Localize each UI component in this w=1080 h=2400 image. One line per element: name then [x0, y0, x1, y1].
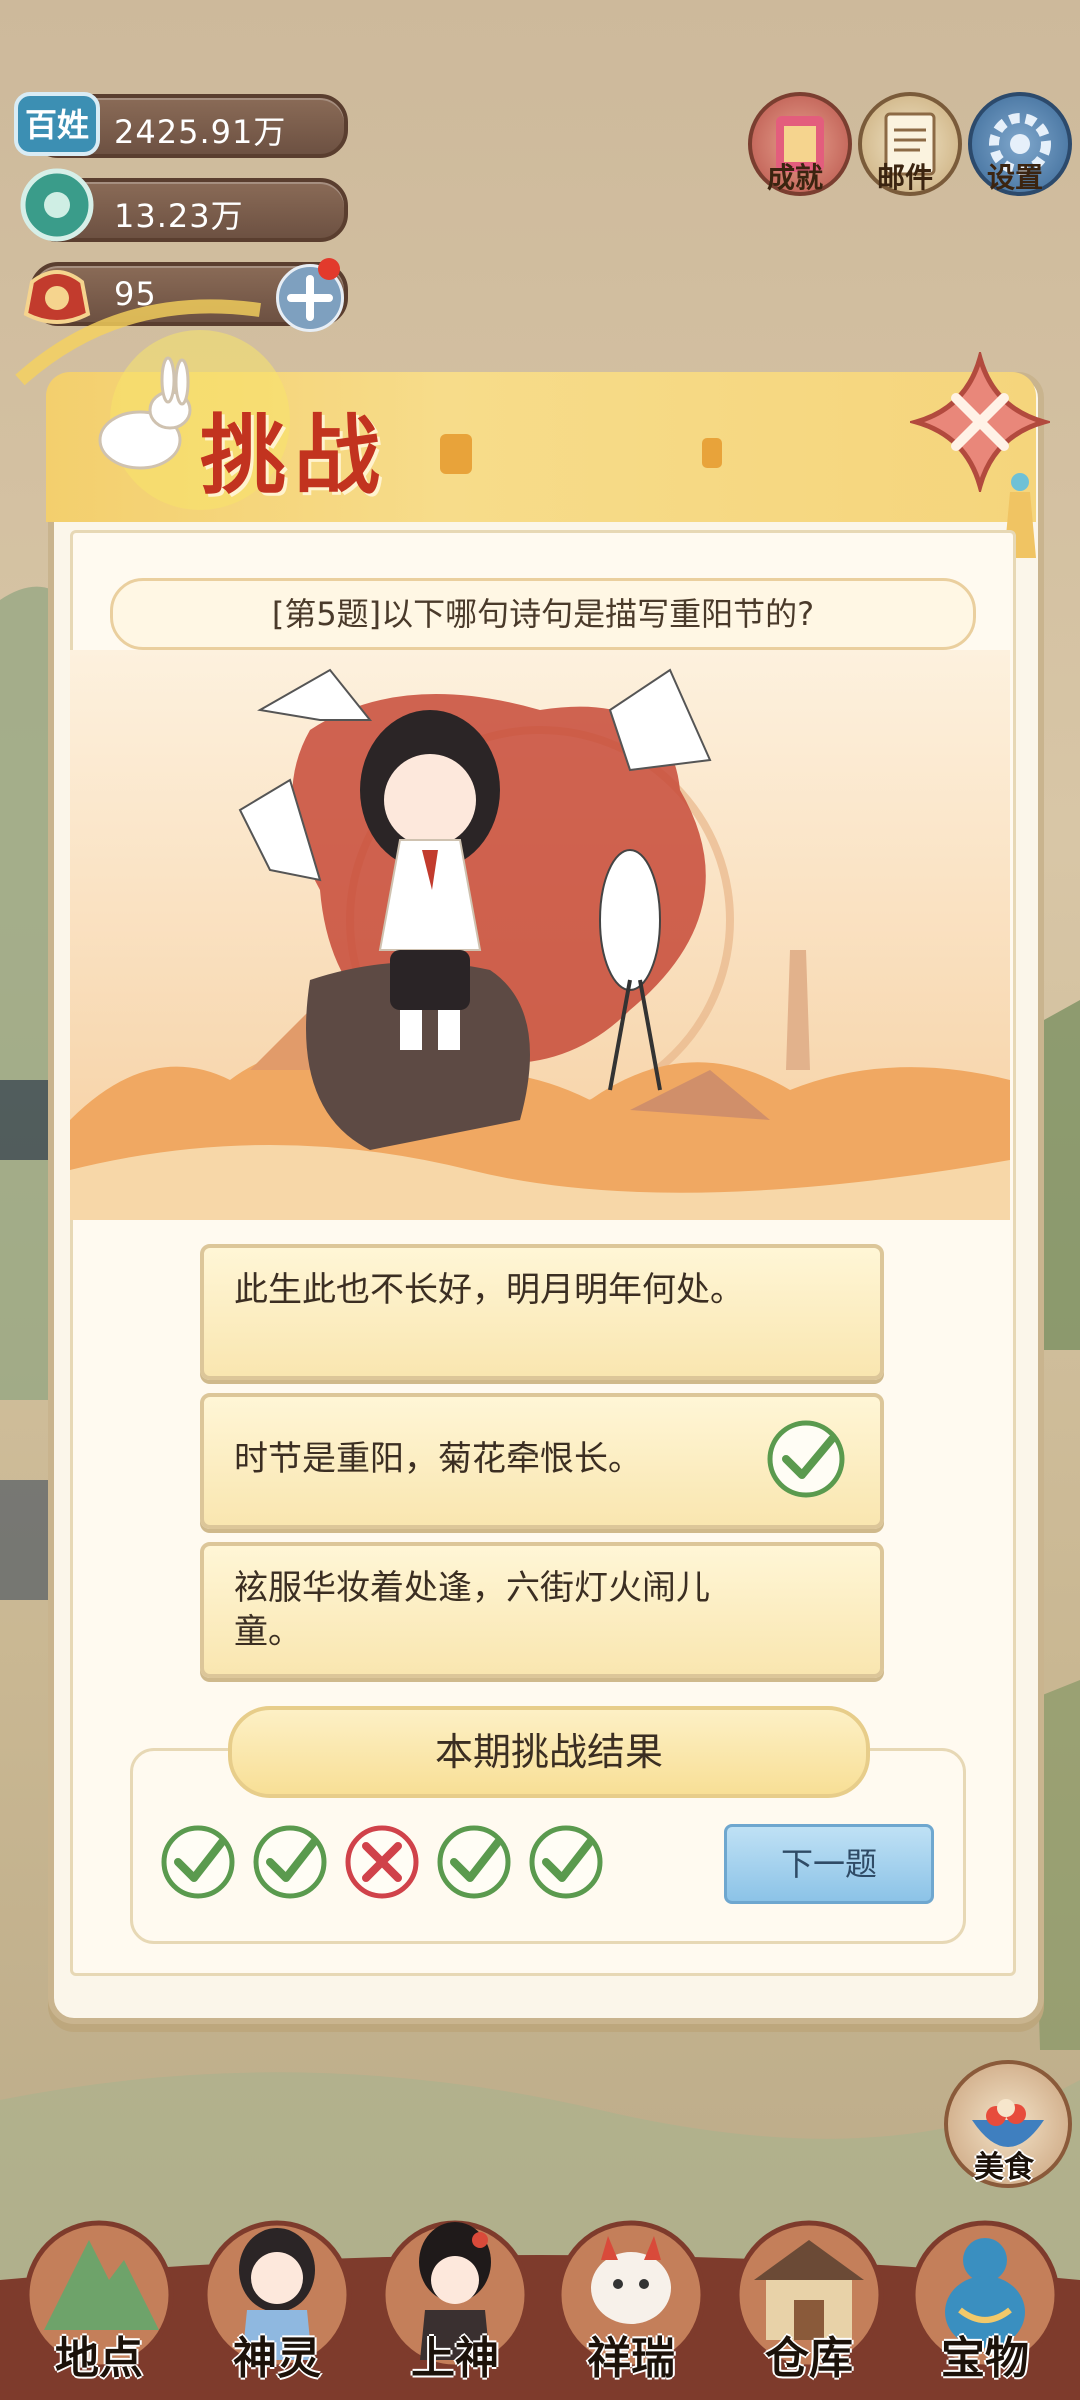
- correct-check-icon: [767, 1420, 845, 1498]
- svg-text:百姓: 百姓: [25, 106, 89, 144]
- nav-deities-label: 上神: [411, 2333, 499, 2384]
- result-wrong-icon: [345, 1825, 419, 1899]
- nav-auspicious-label: 祥瑞: [587, 2333, 675, 2384]
- lantern-decoration: [440, 434, 472, 474]
- nav-location-label: 地点: [55, 2333, 143, 2384]
- settings-label: 设置: [986, 161, 1043, 194]
- answer-option-text: 此生此也不长好，明月明年何处。: [234, 1270, 744, 1310]
- result-correct-icon: [529, 1825, 603, 1899]
- result-correct-icon: [253, 1825, 327, 1899]
- nav-treasure-label: 宝物: [941, 2333, 1029, 2384]
- jade-icon: [18, 166, 96, 244]
- achievement-label: 成就: [766, 161, 823, 194]
- result-marks: [158, 1822, 618, 1906]
- answer-option-text: 袨服华妆着处逢，六街灯火闹儿童。: [234, 1568, 710, 1652]
- answer-option-1[interactable]: 此生此也不长好，明月明年何处。: [200, 1244, 884, 1380]
- answer-option-text: 时节是重阳，菊花牵恨长。: [234, 1439, 642, 1479]
- result-correct-icon: [437, 1825, 511, 1899]
- result-title: 本期挑战结果: [228, 1706, 870, 1798]
- nav-spirits-label: 神灵: [233, 2333, 321, 2384]
- question-text: [第5题]以下哪句诗句是描写重阳节的?: [110, 578, 976, 650]
- answer-option-3[interactable]: 袨服华妆着处逢，六街灯火闹儿童。: [200, 1542, 884, 1678]
- lantern-decoration-small: [702, 438, 722, 468]
- answer-option-2[interactable]: 时节是重阳，菊花牵恨长。: [200, 1393, 884, 1529]
- result-correct-icon: [161, 1825, 235, 1899]
- dialog-title: 挑战: [200, 405, 388, 506]
- nav-warehouse-label: 仓库: [765, 2333, 853, 2384]
- jade-value: 13.23万: [114, 197, 244, 235]
- food-label: 美食: [974, 2150, 1034, 2185]
- question-illustration: [70, 650, 1010, 1220]
- population-value: 2425.91万: [114, 113, 287, 151]
- next-question-button[interactable]: 下一题: [724, 1824, 934, 1904]
- mail-label: 邮件: [876, 161, 933, 194]
- people-icon: 百姓: [12, 84, 100, 162]
